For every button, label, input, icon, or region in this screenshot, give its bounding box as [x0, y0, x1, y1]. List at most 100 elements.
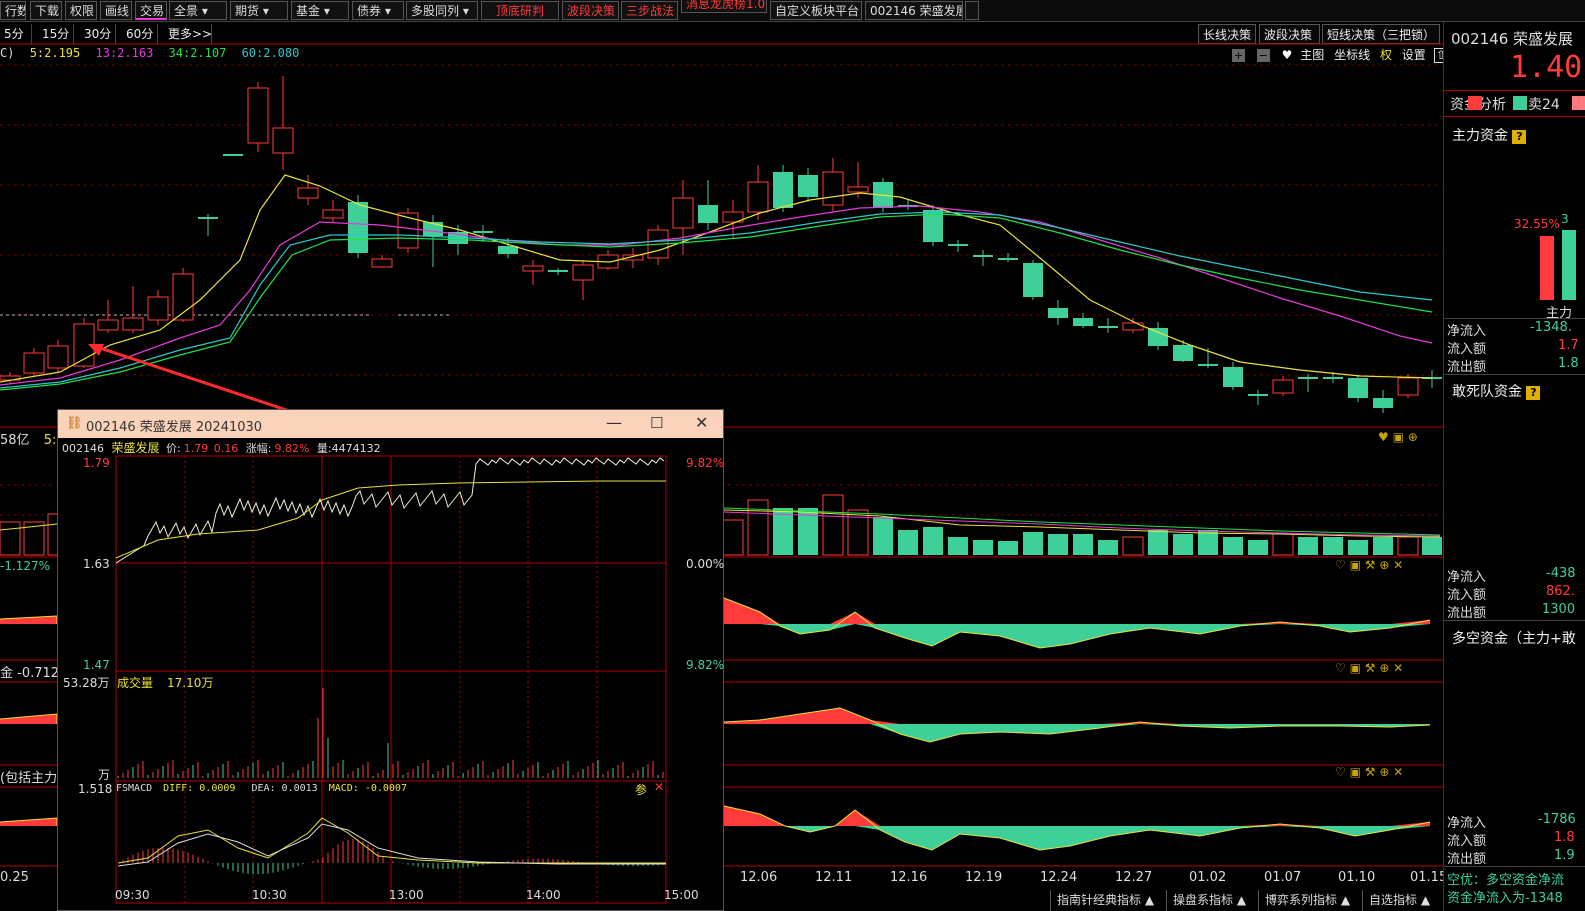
tool-icon[interactable]: ⚒	[1365, 661, 1376, 675]
tab-game-indicators[interactable]: 博弈系列指标 ▲	[1258, 890, 1350, 911]
help-icon[interactable]: ?	[1512, 130, 1527, 144]
time-label: 15:00	[664, 888, 699, 902]
popup-titlebar[interactable]: ⛓ 002146 荣盛发展 20241030 — ☐ ✕	[58, 410, 723, 438]
intraday-macd	[117, 817, 666, 875]
candle	[47, 340, 69, 372]
vol-unit-label: 万	[98, 768, 111, 782]
price-low-label: 1.47	[83, 658, 110, 672]
candle	[423, 215, 443, 267]
include-main-label: (包括主力	[0, 771, 58, 786]
main-net-label: 净流入	[1447, 324, 1487, 339]
oscillator-area	[0, 713, 58, 724]
zoom-icon[interactable]: ⊕	[1408, 430, 1418, 444]
heart-icon[interactable]: ♡	[1335, 661, 1346, 675]
osc1-panel-tools: ♡ ▣ ⚒ ⊕ ✕	[1335, 558, 1403, 572]
dare-out-label: 流出额	[1447, 606, 1487, 621]
candle	[597, 250, 619, 270]
price-mid-label: 1.63	[83, 557, 110, 571]
candle	[247, 82, 269, 152]
param-button[interactable]: 参	[635, 781, 647, 798]
duokong-fund-title: 多空资金（主力+敢	[1452, 631, 1576, 647]
candle	[1373, 390, 1393, 413]
dare-net-label: 净流入	[1447, 570, 1487, 585]
candle	[272, 76, 294, 170]
footer-line1: 空优：多空资金净流	[1447, 873, 1565, 888]
volume-bar	[973, 540, 993, 555]
save-icon[interactable]: ▣	[1350, 558, 1361, 572]
volume-bar	[873, 517, 893, 555]
candle	[1073, 313, 1093, 328]
app-window: { "colors": {"up": "#ff3b3b", "down": "#…	[0, 0, 1585, 911]
volume-bar	[1048, 534, 1068, 555]
volume-bar	[1122, 536, 1144, 556]
candle	[322, 200, 344, 222]
x-date-label: 12.24	[1040, 870, 1078, 885]
candle	[998, 253, 1018, 262]
main-fund-pct2: 3	[1561, 212, 1569, 226]
close-icon[interactable]: ✕	[1393, 558, 1403, 572]
volume-bar	[1223, 537, 1243, 555]
save-icon[interactable]: ▣	[1393, 430, 1404, 444]
main-out-label: 流出额	[1447, 360, 1487, 375]
tab-compass-indicators[interactable]: 指南针经典指标 ▲	[1050, 890, 1154, 911]
right-info-panel: 002146 荣盛发展 1.40 资金分析 卖24 主力资金 ? 32.55% …	[1443, 22, 1585, 911]
dare-out-value: 1300	[1542, 602, 1576, 617]
candle	[1298, 374, 1318, 392]
x-date-label: 12.19	[965, 870, 1003, 885]
tool-icon[interactable]: ⚒	[1365, 558, 1376, 572]
candle	[522, 260, 544, 285]
candle	[0, 372, 21, 384]
zoom-icon[interactable]: ⊕	[1379, 661, 1389, 675]
candle	[371, 255, 393, 268]
time-label: 14:00	[526, 888, 561, 902]
legend-green-swatch	[1513, 96, 1527, 110]
heart-icon[interactable]: ♥	[1378, 430, 1389, 444]
close-icon[interactable]: ✕	[695, 413, 708, 432]
candle	[97, 300, 119, 333]
volume-bar	[1323, 537, 1343, 555]
vol-max-label: 53.28万	[63, 676, 110, 690]
ma60-line	[0, 211, 1433, 389]
candle	[1348, 375, 1368, 402]
sell-tab[interactable]: 卖24	[1528, 94, 1560, 114]
volume-bar	[1023, 532, 1043, 555]
volume-bar	[747, 499, 769, 556]
intraday-popup-window[interactable]: ⛓ 002146 荣盛发展 20241030 — ☐ ✕ 002146 荣盛发展…	[57, 409, 724, 911]
candle	[1023, 260, 1043, 300]
candle	[1048, 300, 1068, 325]
zoom-icon[interactable]: ⊕	[1379, 558, 1389, 572]
close-icon[interactable]: ✕	[1393, 661, 1403, 675]
save-icon[interactable]: ▣	[1350, 661, 1361, 675]
x-date-label: 01.07	[1264, 870, 1302, 885]
zoom-icon[interactable]: ⊕	[1379, 765, 1389, 779]
pct-left-label: -1.127%	[0, 559, 51, 573]
candle	[1098, 318, 1118, 333]
x-date-label: 12.16	[890, 870, 928, 885]
x-date-first: 0.25	[0, 870, 29, 885]
tab-custom-indicators[interactable]: 自选指标 ▲	[1362, 890, 1430, 911]
volume-bar	[1148, 530, 1168, 555]
volume-bar	[722, 519, 744, 556]
minimize-icon[interactable]: —	[606, 413, 622, 432]
tool-icon[interactable]: ⚒	[1365, 765, 1376, 779]
outflow-bar	[1562, 230, 1576, 300]
heart-icon[interactable]: ♡	[1335, 558, 1346, 572]
maximize-icon[interactable]: ☐	[650, 414, 663, 432]
close-icon[interactable]: ✕	[1393, 765, 1403, 779]
volume-bar	[1073, 534, 1093, 555]
heart-icon[interactable]: ♡	[1335, 765, 1346, 779]
candle	[1223, 362, 1243, 390]
dk-net-value: -1786	[1538, 812, 1576, 827]
main-in-value: 1.7	[1558, 338, 1579, 353]
help-icon[interactable]: ?	[1526, 386, 1541, 400]
candle	[1173, 340, 1193, 362]
save-icon[interactable]: ▣	[1350, 765, 1361, 779]
dare-fund-title: 敢死队资金 ?	[1452, 381, 1541, 401]
candle	[923, 205, 943, 246]
vol-left-label: 58亿 5:	[0, 433, 57, 448]
oscillator-area	[0, 615, 58, 624]
tab-operation-indicators[interactable]: 操盘系指标 ▲	[1166, 890, 1246, 911]
oscillator-area	[723, 707, 1431, 743]
ma34-line	[0, 213, 1433, 391]
close-icon[interactable]: ✕	[654, 780, 664, 794]
